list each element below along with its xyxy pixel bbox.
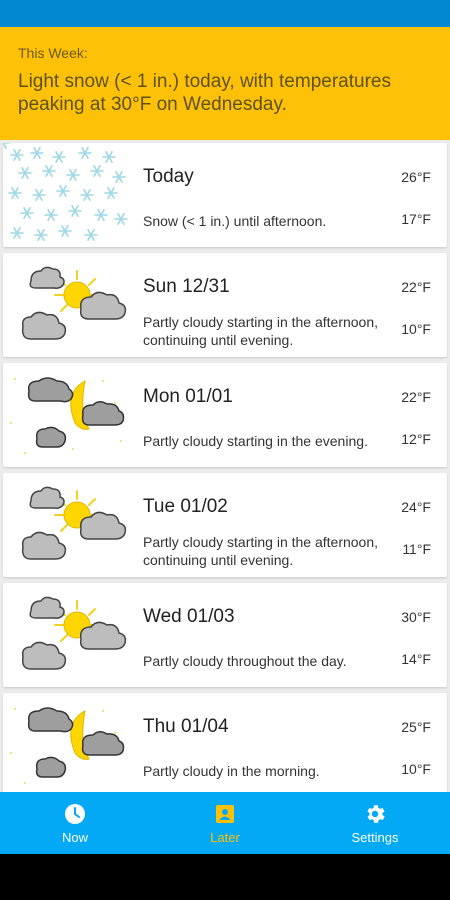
summary-text: Light snow (< 1 in.) today, with tempera…	[18, 71, 391, 115]
forecast-card[interactable]: Wed 01/03 Partly cloudy throughout the d…	[3, 583, 447, 687]
nav-now[interactable]: Now	[0, 792, 150, 854]
calendar-contact-icon	[216, 805, 234, 823]
forecast-low: 10°F	[401, 321, 431, 337]
forecast-high: 25°F	[401, 719, 431, 735]
partly-cloudy-day-icon	[3, 253, 133, 357]
forecast-card[interactable]: Mon 01/01 Partly cloudy starting in the …	[3, 363, 447, 467]
forecast-high: 22°F	[401, 389, 431, 405]
forecast-description: Snow (< 1 in.) until afternoon.	[143, 213, 327, 229]
forecast-card[interactable]: Today Snow (< 1 in.) until afternoon. 26…	[3, 143, 447, 247]
forecast-day: Wed 01/03	[143, 606, 235, 627]
status-bar	[0, 0, 450, 27]
forecast-description: Partly cloudy starting in the afternoon,…	[143, 314, 379, 348]
forecast-card[interactable]: Tue 01/02 Partly cloudy starting in the …	[3, 473, 447, 577]
nav-settings-label: Settings	[351, 830, 399, 845]
nav-now-label: Now	[61, 830, 88, 845]
forecast-high: 22°F	[401, 279, 431, 295]
clock-icon	[65, 804, 85, 824]
forecast-description: Partly cloudy starting in the afternoon,…	[143, 534, 379, 568]
forecast-low: 10°F	[401, 761, 431, 777]
forecast-list[interactable]: Today Snow (< 1 in.) until afternoon. 26…	[0, 140, 450, 792]
forecast-day: Thu 01/04	[143, 716, 229, 737]
nav-later-label: Later	[210, 830, 240, 845]
forecast-low: 14°F	[401, 651, 431, 667]
forecast-high: 30°F	[401, 609, 431, 625]
forecast-day: Mon 01/01	[143, 386, 233, 407]
forecast-description: Partly cloudy starting in the evening.	[143, 433, 368, 449]
forecast-high: 24°F	[401, 499, 431, 515]
forecast-low: 17°F	[401, 211, 431, 227]
snow-icon	[3, 143, 133, 247]
nav-later[interactable]: Later	[150, 792, 300, 854]
forecast-description: Partly cloudy throughout the day.	[143, 653, 347, 669]
partly-cloudy-night-icon	[3, 363, 133, 467]
forecast-card[interactable]: Sun 12/31 Partly cloudy starting in the …	[3, 253, 447, 357]
bottom-navigation: Now Later Settings	[0, 792, 450, 854]
forecast-low: 11°F	[402, 541, 431, 557]
week-summary: This Week: Light snow (< 1 in.) today, w…	[0, 27, 450, 140]
forecast-card[interactable]: Thu 01/04 Partly cloudy in the morning. …	[3, 693, 447, 792]
nav-settings[interactable]: Settings	[300, 792, 450, 854]
gear-icon	[367, 805, 385, 823]
partly-cloudy-day-icon	[3, 583, 133, 687]
forecast-low: 12°F	[401, 431, 431, 447]
forecast-day: Tue 01/02	[143, 496, 228, 517]
partly-cloudy-night-icon	[3, 693, 133, 792]
summary-label: This Week:	[18, 45, 88, 61]
system-navigation-bar	[0, 854, 450, 900]
forecast-day: Sun 12/31	[143, 276, 230, 297]
forecast-high: 26°F	[401, 169, 431, 185]
partly-cloudy-day-icon	[3, 473, 133, 577]
forecast-day: Today	[143, 166, 194, 187]
forecast-description: Partly cloudy in the morning.	[143, 763, 320, 779]
